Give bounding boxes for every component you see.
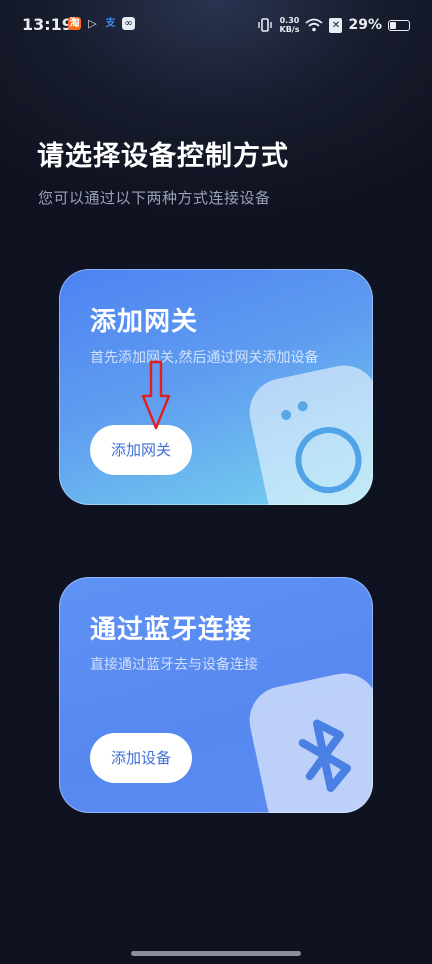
battery-level [390,21,396,29]
status-indicators: 0.30 KB/s ✕ 29% [256,14,410,36]
page-subtitle: 您可以通过以下两种方式连接设备 [38,189,271,207]
card-title: 添加网关 [90,307,199,337]
bluetooth-card[interactable]: 通过蓝牙连接 直接通过蓝牙去与设备连接 添加设备 [59,577,373,813]
card-description: 首先添加网关,然后通过网关添加设备 [90,350,319,366]
net-speed: 0.30 KB/s [280,16,300,34]
bluetooth-icon [249,673,373,813]
page-title: 请选择设备控制方式 [37,141,289,172]
taobao-icon: 淘 [68,17,81,30]
sim-icon: ✕ [329,17,343,33]
status-bar: 13:19 淘 ▷ 支 ∞ 0.30 KB/s ✕ 29% [0,0,432,52]
net-speed-value: 0.30 [279,16,300,25]
status-time: 13:19 [22,15,73,34]
battery-percent: 29% [348,17,382,33]
play-icon: ▷ [88,17,97,30]
link-icon: ∞ [122,17,135,30]
card-title: 通过蓝牙连接 [90,615,253,645]
home-indicator[interactable] [131,951,301,956]
gateway-card[interactable]: 添加网关 首先添加网关,然后通过网关添加设备 添加网关 [59,269,373,505]
add-device-button[interactable]: 添加设备 [90,733,192,783]
vibrate-icon [257,18,272,32]
battery-icon [388,19,410,31]
alipay-icon: 支 [105,18,116,29]
card-description: 直接通过蓝牙去与设备连接 [90,657,258,673]
wifi-icon [305,18,324,32]
add-gateway-button[interactable]: 添加网关 [90,425,192,475]
net-speed-unit: KB/s [279,25,300,34]
gateway-device-icon [249,365,373,505]
arrow-down-icon [141,360,171,430]
